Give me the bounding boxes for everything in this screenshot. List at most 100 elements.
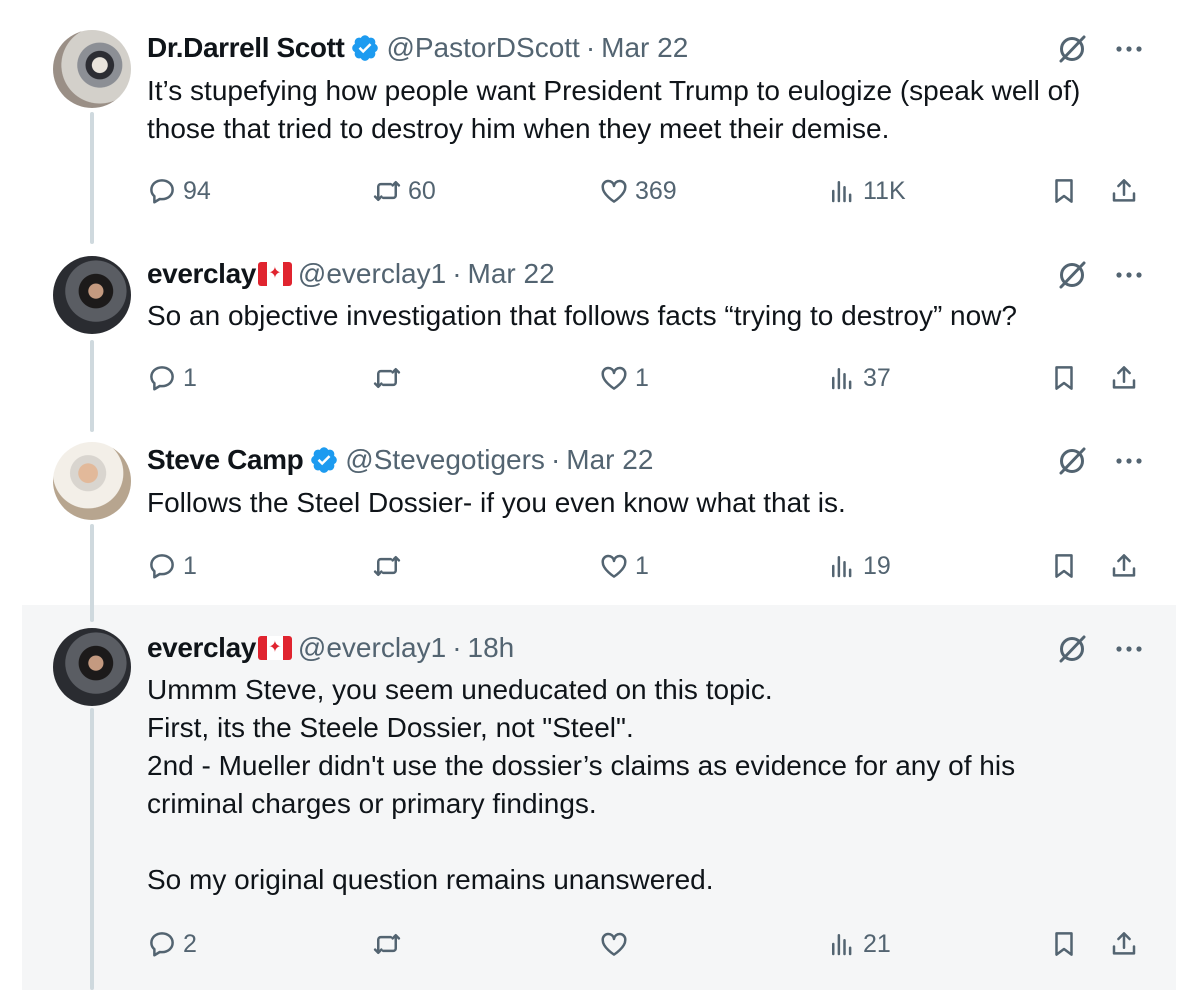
tweet-text-line: Ummm Steve, you seem uneducated on this … — [147, 674, 773, 705]
display-name[interactable]: Dr.Darrell Scott — [147, 32, 345, 64]
like-icon — [601, 179, 627, 203]
tweet[interactable]: Steve Camp @Stevegotigers · Mar 22 Follo… — [22, 442, 1176, 602]
canada-flag-icon: ✦ — [257, 636, 292, 660]
grok-icon[interactable] — [1055, 258, 1089, 292]
grok-icon[interactable] — [1055, 632, 1089, 666]
share-icon — [1112, 366, 1136, 389]
right-edge — [1176, 0, 1200, 990]
verified-badge-icon — [311, 447, 338, 473]
timestamp[interactable]: 18h — [468, 632, 515, 664]
share-button[interactable] — [1109, 171, 1139, 211]
avatar[interactable] — [53, 256, 131, 334]
separator-dot: · — [452, 258, 462, 289]
views-button[interactable]: 21 — [827, 924, 891, 964]
timestamp[interactable]: Mar 22 — [601, 32, 688, 64]
tweet-header: everclay ✦ @everclay1 · 18h — [147, 631, 514, 665]
repost-button[interactable] — [372, 924, 408, 964]
views-button[interactable]: 19 — [827, 546, 891, 586]
tweet[interactable]: Dr.Darrell Scott @PastorDScott · Mar 22 … — [22, 30, 1176, 240]
views-icon — [832, 368, 852, 390]
bookmark-button[interactable] — [1049, 546, 1079, 586]
share-button[interactable] — [1109, 358, 1139, 398]
tweet-actions: 94 60 369 11K — [147, 171, 1147, 211]
tweet[interactable]: everclay ✦ @everclay1 · Mar 22 So an obj… — [22, 256, 1176, 426]
avatar[interactable] — [53, 628, 131, 706]
like-button[interactable]: 369 — [599, 171, 677, 211]
more-icon[interactable] — [1111, 32, 1147, 66]
tweet-header: Dr.Darrell Scott @PastorDScott · Mar 22 — [147, 31, 688, 65]
more-icon[interactable] — [1111, 444, 1147, 478]
bookmark-icon — [1055, 366, 1073, 390]
user-handle[interactable]: @everclay1 — [298, 632, 446, 664]
repost-icon — [373, 934, 401, 954]
bookmark-icon — [1055, 932, 1073, 956]
share-button[interactable] — [1109, 546, 1139, 586]
share-button[interactable] — [1109, 924, 1139, 964]
avatar[interactable] — [53, 30, 131, 108]
separator-dot: · — [585, 32, 596, 63]
repost-button[interactable]: 60 — [372, 171, 436, 211]
tweet-header: Steve Camp @Stevegotigers · Mar 22 — [147, 443, 653, 477]
reply-button[interactable]: 94 — [147, 171, 211, 211]
views-icon — [832, 181, 852, 203]
tweet-actions: 1 1 19 — [147, 546, 1147, 586]
bookmark-button[interactable] — [1049, 924, 1079, 964]
tweet-text: Ummm Steve, you seem uneducated on this … — [147, 671, 1157, 899]
user-handle[interactable]: @Stevegotigers — [345, 444, 545, 476]
avatar[interactable] — [53, 442, 131, 520]
left-edge — [0, 0, 22, 990]
tweet-actions: 2 21 — [147, 924, 1147, 964]
more-icon[interactable] — [1111, 258, 1147, 292]
repost-button[interactable] — [372, 546, 408, 586]
canada-flag-icon: ✦ — [257, 262, 292, 286]
repost-icon — [373, 556, 401, 576]
timestamp[interactable]: Mar 22 — [468, 258, 555, 290]
like-button[interactable]: 1 — [599, 546, 649, 586]
views-button[interactable]: 11K — [827, 171, 906, 211]
reply-icon — [150, 366, 174, 391]
repost-count: 60 — [408, 176, 436, 205]
tweet-text: It’s stupefying how people want Presiden… — [147, 72, 1157, 148]
display-name[interactable]: everclay — [147, 258, 256, 290]
like-button[interactable] — [599, 924, 635, 964]
view-count: 37 — [863, 363, 891, 392]
grok-icon[interactable] — [1055, 444, 1089, 478]
tweet-text: So an objective investigation that follo… — [147, 297, 1157, 335]
like-icon — [601, 554, 627, 578]
reply-count: 2 — [183, 929, 197, 958]
tweet-text-line: First, its the Steele Dossier, not "Stee… — [147, 712, 634, 743]
separator-dot: · — [550, 444, 561, 475]
like-count: 1 — [635, 551, 649, 580]
user-handle[interactable]: @PastorDScott — [386, 32, 579, 64]
like-button[interactable]: 1 — [599, 358, 649, 398]
tweet-text-line: 2nd - Mueller didn't use the dossier’s c… — [147, 750, 1016, 781]
timestamp[interactable]: Mar 22 — [566, 444, 653, 476]
tweet-focused[interactable]: everclay ✦ @everclay1 · 18h Ummm Steve, … — [22, 628, 1176, 988]
repost-button[interactable] — [372, 358, 408, 398]
tweet-text-line: criminal charges or primary findings. — [147, 788, 597, 819]
views-icon — [832, 556, 852, 578]
reply-button[interactable]: 1 — [147, 358, 197, 398]
share-icon — [1112, 179, 1136, 202]
tweet-text-line: So an objective investigation that follo… — [147, 300, 1017, 331]
display-name[interactable]: Steve Camp — [147, 444, 304, 476]
view-count: 19 — [863, 551, 891, 580]
tweet-actions: 1 1 37 — [147, 358, 1147, 398]
view-count: 21 — [863, 929, 891, 958]
share-icon — [1112, 554, 1136, 577]
view-count: 11K — [863, 176, 906, 205]
user-handle[interactable]: @everclay1 — [298, 258, 446, 290]
tweet-text-line: those that tried to destroy him when the… — [147, 113, 890, 144]
display-name[interactable]: everclay — [147, 632, 256, 664]
share-icon — [1112, 932, 1136, 955]
bookmark-button[interactable] — [1049, 171, 1079, 211]
like-icon — [601, 366, 627, 390]
more-icon[interactable] — [1111, 632, 1147, 666]
reply-button[interactable]: 1 — [147, 546, 197, 586]
reply-count: 1 — [183, 363, 197, 392]
reply-button[interactable]: 2 — [147, 924, 197, 964]
views-button[interactable]: 37 — [827, 358, 891, 398]
reply-icon — [150, 932, 174, 957]
grok-icon[interactable] — [1055, 32, 1089, 66]
bookmark-button[interactable] — [1049, 358, 1079, 398]
